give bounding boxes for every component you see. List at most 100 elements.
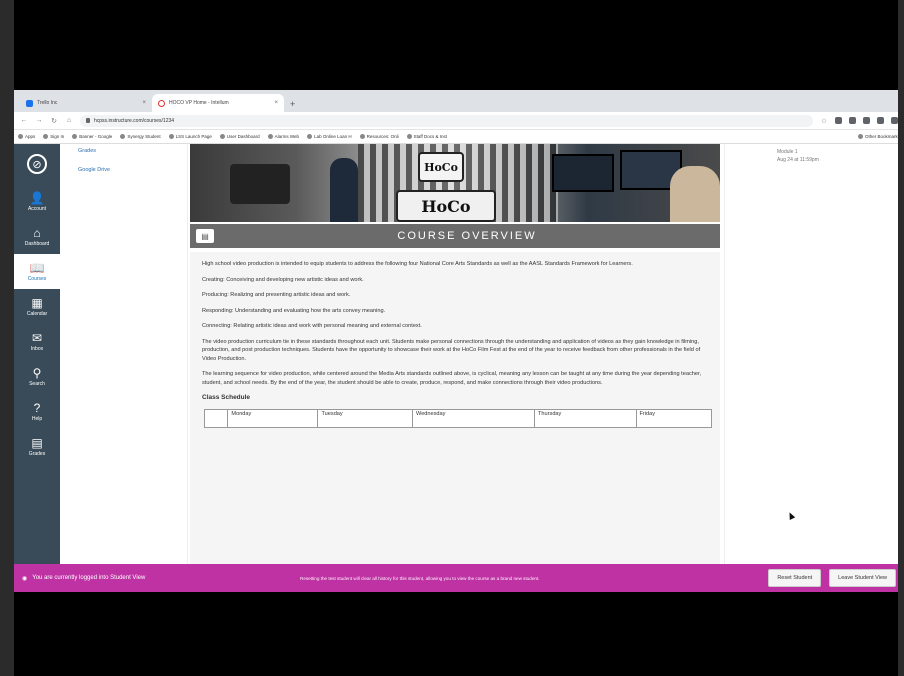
home-icon[interactable]: ⌂ (65, 117, 73, 124)
bookmark-item[interactable]: Apps (18, 134, 35, 139)
table-cell: Wednesday (412, 408, 536, 428)
dashboard-icon: ⌂ (33, 225, 41, 240)
student-view-bar: ◉ You are currently logged into Student … (14, 564, 904, 592)
profile-avatar-icon[interactable] (891, 117, 898, 124)
tab-favicon-icon (158, 99, 165, 107)
student-view-note: Resetting the test student will clear al… (300, 575, 540, 581)
bookmark-item[interactable]: Synergy Student (120, 134, 161, 139)
student-view-icon: ◉ (22, 575, 28, 582)
extension-icon[interactable] (863, 117, 870, 124)
todo-item-title[interactable]: Module 1 (777, 148, 852, 156)
search-icon: ⚲ (32, 365, 42, 380)
student-view-status: ◉ You are currently logged into Student … (22, 575, 292, 582)
bookmark-icon (43, 134, 49, 139)
course-nav-item-google-drive[interactable]: Google Drive (78, 167, 169, 173)
canvas-logo-icon: ⊘ (27, 154, 47, 174)
course-nav-item-grades[interactable]: Grades (78, 148, 169, 154)
new-tab-button[interactable]: + (290, 99, 295, 109)
hoco-logo-top: HoCo (418, 152, 464, 182)
schedule-table: Monday Tuesday Wednesday Thursday Friday (203, 408, 713, 428)
bookmark-item[interactable]: Banner - Google (72, 134, 112, 139)
close-tab-icon[interactable]: × (142, 100, 146, 106)
leave-student-view-button[interactable]: Leave Student View (829, 569, 896, 587)
close-tab-icon[interactable]: × (274, 100, 278, 106)
back-icon[interactable]: ← (20, 117, 28, 124)
nav-label: Account (27, 205, 47, 212)
browser-tab-2[interactable]: HOCO VP Home - Intellum × (152, 94, 284, 112)
hoco-logo-bottom: HoCo (396, 190, 496, 222)
schedule-title: Class Schedule (202, 394, 251, 401)
nav-dashboard[interactable]: ⌂ Dashboard (14, 219, 60, 254)
book-icon: ▤ (196, 229, 214, 243)
editor-person-shape (670, 166, 720, 222)
reload-icon[interactable]: ↻ (50, 117, 58, 125)
course-overview-heading: ▤ COURSE OVERVIEW (190, 224, 720, 248)
extension-icon[interactable] (877, 117, 884, 124)
course-banner-image: HoCo HoCo (190, 144, 720, 222)
lock-icon (86, 118, 90, 123)
bookmark-item[interactable]: User Dashboard (219, 134, 260, 139)
inbox-icon: ✉ (31, 330, 43, 345)
bookmark-item[interactable]: Alarms Web (267, 134, 299, 139)
bookmark-icon (307, 134, 313, 139)
tab-favicon-icon (26, 99, 33, 107)
page-content: HoCo HoCo ▤ COURSE OVERVIEW High school … (188, 144, 724, 592)
nav-search[interactable]: ⚲ Search (14, 359, 60, 394)
standard-creating: Creating: Conceiving and developing new … (202, 276, 364, 283)
nav-label: Help (31, 415, 43, 422)
other-bookmarks[interactable]: Other Bookmarks (857, 134, 900, 139)
forward-icon[interactable]: → (35, 117, 43, 124)
folder-icon (857, 134, 863, 139)
nav-calendar[interactable]: ▦ Calendar (14, 289, 60, 324)
address-bar-url: hcpss.instructure.com/courses/1234 (94, 117, 175, 124)
intro-paragraph: High school video production is intended… (202, 261, 633, 267)
nav-inbox[interactable]: ✉ Inbox (14, 324, 60, 359)
video-frame-left-edge (0, 0, 14, 676)
bookmark-item[interactable]: Resources: Onli (359, 134, 399, 139)
table-cell (203, 408, 229, 428)
nav-label: Dashboard (24, 240, 50, 247)
apps-icon (18, 134, 23, 139)
canvas-logo[interactable]: ⊘ (14, 144, 60, 184)
bookmark-icon (267, 134, 273, 139)
person-shape (330, 158, 358, 222)
browser-toolbar: ← → ↻ ⌂ hcpss.instructure.com/courses/12… (14, 112, 904, 130)
student-view-status-text: You are currently logged into Student Vi… (32, 575, 146, 581)
browser-tab-1[interactable]: Trello Inc × (20, 94, 152, 112)
video-frame-right-edge (898, 0, 904, 676)
nav-help[interactable]: ? Help (14, 394, 60, 429)
monitor-shape (552, 154, 614, 192)
bookmark-icon (219, 134, 225, 139)
grades-icon: ▤ (31, 435, 43, 450)
nav-label: Grades (28, 450, 46, 457)
bookmark-icon (120, 134, 126, 139)
learning-sequence-paragraph: The learning sequence for video producti… (202, 371, 702, 386)
table-row: Monday Tuesday Wednesday Thursday Friday (203, 408, 713, 428)
video-frame: Trello Inc × HOCO VP Home - Intellum × +… (14, 0, 904, 676)
bookmark-item[interactable]: Sign In (43, 134, 64, 139)
course-overview-body: High school video production is intended… (190, 252, 720, 592)
extension-icon[interactable] (849, 117, 856, 124)
browser-tab-bar: Trello Inc × HOCO VP Home - Intellum × + (14, 90, 904, 112)
nav-courses[interactable]: 📖 Courses (14, 254, 60, 289)
nav-label: Inbox (30, 345, 44, 352)
bookmark-item[interactable]: Staff Docs & Inst (406, 134, 447, 139)
bookmarks-bar: Apps Sign In Banner - Google Synergy Stu… (14, 130, 904, 144)
global-nav: ⊘ 👤 Account ⌂ Dashboard 📖 Courses ▦ Cale… (14, 144, 60, 592)
reset-student-button[interactable]: Reset Student (768, 569, 822, 587)
bookmark-item[interactable]: LSS Launch Page (168, 134, 212, 139)
help-icon: ? (33, 400, 41, 415)
account-icon: 👤 (29, 190, 45, 205)
extension-icon[interactable] (835, 117, 842, 124)
table-cell: Monday (227, 408, 319, 428)
bookmark-item[interactable]: Lab Online Loan H (307, 134, 352, 139)
table-cell: Thursday (534, 408, 637, 428)
nav-label: Courses (27, 275, 47, 282)
address-bar[interactable]: hcpss.instructure.com/courses/1234 (80, 114, 813, 127)
course-nav: Grades Google Drive (60, 144, 188, 592)
bookmark-icon (406, 134, 412, 139)
nav-grades[interactable]: ▤ Grades (14, 429, 60, 464)
nav-account[interactable]: 👤 Account (14, 184, 60, 219)
curriculum-paragraph: The video production curriculum tie in t… (202, 338, 701, 362)
star-icon[interactable]: ☆ (820, 117, 828, 125)
